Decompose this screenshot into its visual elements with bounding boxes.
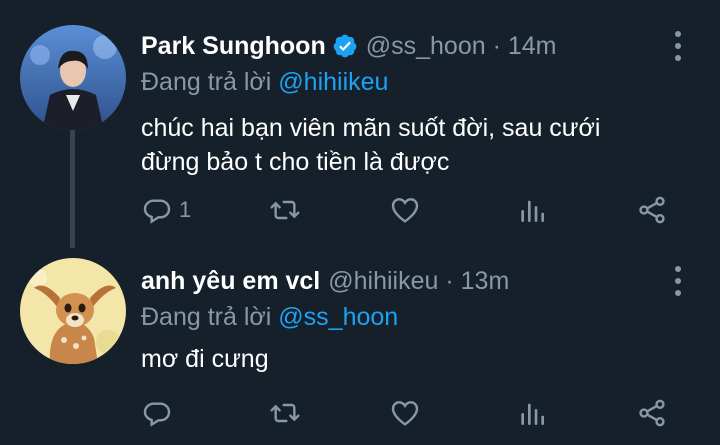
avatar[interactable] <box>20 25 126 131</box>
tweet-content: anh yêu em vcl @hihiikeu · 13m Đang trả … <box>141 262 690 376</box>
replying-prefix: Đang trả lời <box>141 68 272 96</box>
reply-count: 1 <box>179 197 192 222</box>
timestamp[interactable]: 14m <box>508 32 557 60</box>
tweet[interactable]: anh yêu em vcl @hihiikeu · 13m Đang trả … <box>0 250 720 445</box>
retweet-icon <box>270 403 300 423</box>
like-button[interactable] <box>389 192 421 228</box>
reply-button[interactable] <box>141 395 179 431</box>
replying-prefix: Đang trả lời <box>141 303 272 331</box>
more-vertical-icon[interactable] <box>674 31 682 61</box>
separator: · <box>445 266 454 295</box>
retweet-button[interactable] <box>269 395 301 431</box>
thread-line <box>70 130 75 248</box>
mention-link[interactable]: @hihiikeu <box>278 68 388 96</box>
timestamp[interactable]: 13m <box>461 267 510 295</box>
avatar[interactable] <box>20 258 126 364</box>
verified-badge-icon <box>332 33 358 59</box>
display-name[interactable]: anh yêu em vcl <box>141 267 320 296</box>
analytics-button[interactable] <box>516 395 548 431</box>
handle[interactable]: @hihiikeu <box>328 267 438 295</box>
handle-meta: @ss_hoon · 14m <box>366 32 557 61</box>
share-icon <box>639 399 665 427</box>
share-button[interactable] <box>636 395 668 431</box>
more-vertical-icon[interactable] <box>674 266 682 296</box>
handle-meta: @hihiikeu · 13m <box>328 267 509 296</box>
retweet-button[interactable] <box>269 192 301 228</box>
like-button[interactable] <box>389 395 421 431</box>
analytics-button[interactable] <box>516 192 548 228</box>
tweet[interactable]: Park Sunghoon @ss_hoon · 14m Đang trả lờ… <box>0 0 720 250</box>
tweet-text-line: mơ đi cưng <box>141 345 269 373</box>
reply-button[interactable]: 1 <box>141 192 191 228</box>
tweet-text-line: đừng bảo t cho tiền là được <box>141 148 450 176</box>
separator: · <box>492 31 501 60</box>
like-icon <box>391 198 419 223</box>
tweet-header: anh yêu em vcl @hihiikeu · 13m <box>141 262 690 300</box>
reply-icon <box>143 402 171 427</box>
replying-to: Đang trả lời @hihiikeu <box>141 65 690 99</box>
analytics-icon <box>521 403 544 425</box>
tweet-text: mơ đi cưng <box>141 342 690 376</box>
analytics-icon <box>521 200 544 222</box>
mention-link[interactable]: @ss_hoon <box>278 303 398 331</box>
tweet-content: Park Sunghoon @ss_hoon · 14m Đang trả lờ… <box>141 27 690 179</box>
tweet-text-line: chúc hai bạn viên mãn suốt đời, sau cưới <box>141 114 601 142</box>
replying-to: Đang trả lời @ss_hoon <box>141 300 690 334</box>
display-name[interactable]: Park Sunghoon <box>141 32 326 61</box>
tweet-header: Park Sunghoon @ss_hoon · 14m <box>141 27 690 65</box>
tweet-text: chúc hai bạn viên mãn suốt đời, sau cưới… <box>141 111 690 179</box>
action-bar <box>141 395 681 431</box>
share-icon <box>639 196 665 224</box>
reply-icon <box>143 199 171 224</box>
retweet-icon <box>270 200 300 220</box>
action-bar: 1 <box>141 192 681 228</box>
handle[interactable]: @ss_hoon <box>366 32 486 60</box>
like-icon <box>391 401 419 426</box>
share-button[interactable] <box>636 192 668 228</box>
